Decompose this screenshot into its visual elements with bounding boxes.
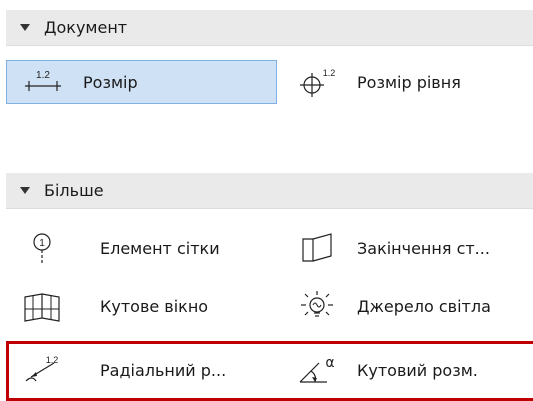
level-dimension-icon: 1.2	[297, 65, 337, 99]
light-source-icon	[297, 289, 337, 323]
tool-item-corner-window[interactable]: Кутове вікно	[6, 284, 286, 328]
radial-dimension-icon: 1.2	[22, 353, 62, 387]
svg-text:1.2: 1.2	[46, 355, 59, 365]
linear-dimension-icon: 1.2	[23, 65, 63, 99]
section-title: Більше	[44, 181, 104, 200]
svg-text:1: 1	[39, 238, 45, 249]
tool-item-label: Розмір	[83, 72, 138, 92]
grid-element-icon: 1	[22, 231, 62, 265]
svg-text:α: α	[325, 355, 334, 371]
tool-item-label: Радіальний р...	[100, 360, 227, 380]
angle-dimension-icon: α	[297, 353, 337, 387]
section-header-document[interactable]: Документ	[6, 10, 533, 46]
tool-item-dimension[interactable]: 1.2 Розмір	[6, 60, 277, 104]
tool-item-label: Кутове вікно	[100, 296, 209, 316]
tool-item-label: Закінчення ст...	[357, 238, 490, 258]
tool-item-angle-dimension[interactable]: α Кутовий розм.	[287, 348, 533, 392]
tool-item-level-dimension[interactable]: 1.2 Розмір рівня	[287, 60, 533, 104]
tool-item-light-source[interactable]: Джерело світла	[287, 284, 533, 328]
tool-item-label: Розмір рівня	[357, 72, 461, 92]
tool-item-label: Кутовий розм.	[357, 360, 478, 380]
wall-end-icon	[297, 231, 337, 265]
tool-item-radial-dimension[interactable]: 1.2 Радіальний р...	[6, 348, 286, 392]
svg-text:1.2: 1.2	[36, 70, 50, 81]
tool-item-wall-end[interactable]: Закінчення ст...	[287, 226, 533, 270]
section-title: Документ	[44, 18, 128, 37]
collapse-triangle-icon[interactable]	[20, 187, 30, 194]
tool-item-label: Джерело світла	[357, 296, 491, 316]
tool-item-grid-element[interactable]: 1 Елемент сітки	[6, 226, 286, 270]
section-header-more[interactable]: Більше	[6, 173, 533, 209]
tool-item-label: Елемент сітки	[100, 238, 220, 258]
corner-window-icon	[22, 289, 62, 323]
svg-text:1.2: 1.2	[323, 68, 336, 78]
collapse-triangle-icon[interactable]	[20, 24, 30, 31]
